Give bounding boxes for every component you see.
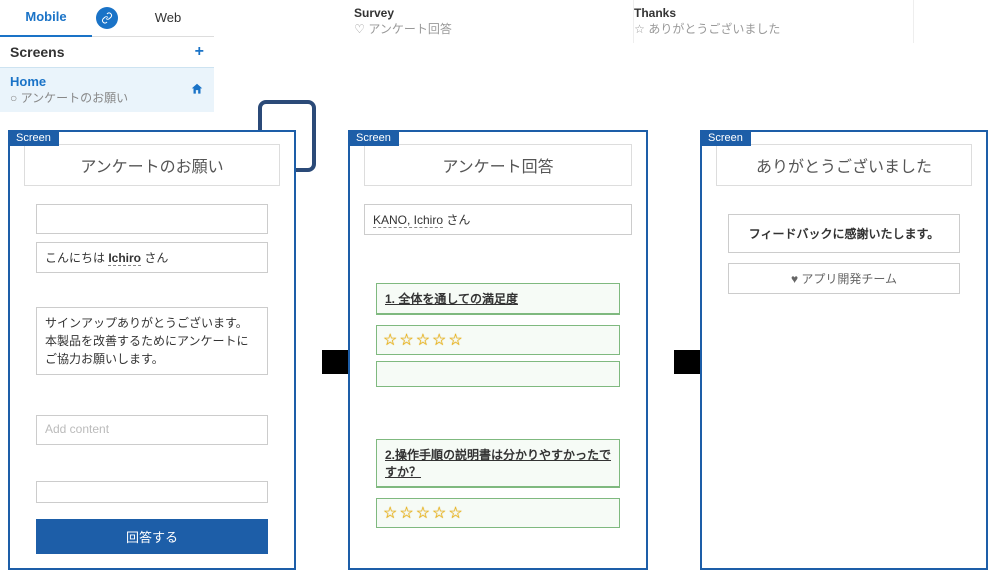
shield-icon: ♡ [354, 22, 365, 36]
link-icon[interactable] [96, 7, 118, 29]
question-1[interactable]: 1. 全体を通しての満足度 ☆☆☆☆☆ [376, 283, 620, 387]
star-rating[interactable]: ☆☆☆☆☆ [376, 325, 620, 355]
platform-tabs: Mobile Web [0, 0, 214, 36]
breadcrumb-thanks[interactable]: Thanks ☆ ありがとうございました [634, 0, 914, 43]
team-signature[interactable]: ♥ アプリ開発チーム [728, 263, 960, 294]
canvas: Screen アンケートのお願い こんにちは Ichiro さん サインアップあ… [0, 130, 991, 570]
screen-title: アンケート回答 [364, 144, 632, 186]
breadcrumb-title: Survey [354, 6, 633, 20]
screen-tag: Screen [348, 130, 399, 146]
breadcrumb-subtitle: ♡ アンケート回答 [354, 20, 633, 37]
screens-label: Screens [10, 44, 64, 60]
submit-button[interactable]: 回答する [36, 519, 268, 554]
left-sidebar: Mobile Web Screens + Home アンケートのお願い [0, 0, 214, 112]
screen-tag: Screen [8, 130, 59, 146]
question-header: 1. 全体を通しての満足度 [376, 283, 620, 315]
question-extra[interactable] [376, 361, 620, 387]
breadcrumb-survey[interactable]: Survey ♡ アンケート回答 [354, 0, 634, 43]
thanks-message[interactable]: フィードバックに感謝いたします。 [728, 214, 960, 253]
star-icon: ☆ [634, 22, 645, 36]
user-field[interactable]: KANO, Ichiro さん [364, 204, 632, 235]
screens-header: Screens + [0, 36, 214, 67]
screen-card-thanks[interactable]: Screen ありがとうございました フィードバックに感謝いたします。 ♥ アプ… [700, 130, 988, 570]
star-rating[interactable]: ☆☆☆☆☆ [376, 498, 620, 528]
question-2[interactable]: 2.操作手順の説明書は分かりやすかったですか？ ☆☆☆☆☆ [376, 439, 620, 528]
screen-item-title: Home [10, 74, 204, 89]
screen-item-subtitle: アンケートのお願い [10, 89, 204, 106]
home-icon [190, 82, 204, 99]
add-content-placeholder[interactable]: Add content [36, 415, 268, 445]
screen-card-survey[interactable]: Screen アンケート回答 KANO, Ichiro さん 1. 全体を通して… [348, 130, 648, 570]
breadcrumb-bar: Survey ♡ アンケート回答 Thanks ☆ ありがとうございました [214, 0, 991, 43]
screen-title: ありがとうございました [716, 144, 972, 186]
heart-icon: ♥ [791, 272, 798, 286]
greeting-field[interactable]: こんにちは Ichiro さん [36, 242, 268, 273]
message-field[interactable]: サインアップありがとうございます。本製品を改善するためにアンケートにご協力お願い… [36, 307, 268, 375]
add-screen-button[interactable]: + [195, 43, 204, 61]
question-header: 2.操作手順の説明書は分かりやすかったですか？ [376, 439, 620, 488]
tab-web[interactable]: Web [122, 0, 214, 36]
tab-mobile[interactable]: Mobile [0, 0, 92, 37]
empty-field[interactable] [36, 204, 268, 234]
empty-field-2[interactable] [36, 481, 268, 503]
screen-list-item-home[interactable]: Home アンケートのお願い [0, 67, 214, 112]
screen-tag: Screen [700, 130, 751, 146]
breadcrumb-title: Thanks [634, 6, 913, 20]
screen-card-home[interactable]: Screen アンケートのお願い こんにちは Ichiro さん サインアップあ… [8, 130, 296, 570]
breadcrumb-subtitle: ☆ ありがとうございました [634, 20, 913, 37]
screen-title: アンケートのお願い [24, 144, 280, 186]
